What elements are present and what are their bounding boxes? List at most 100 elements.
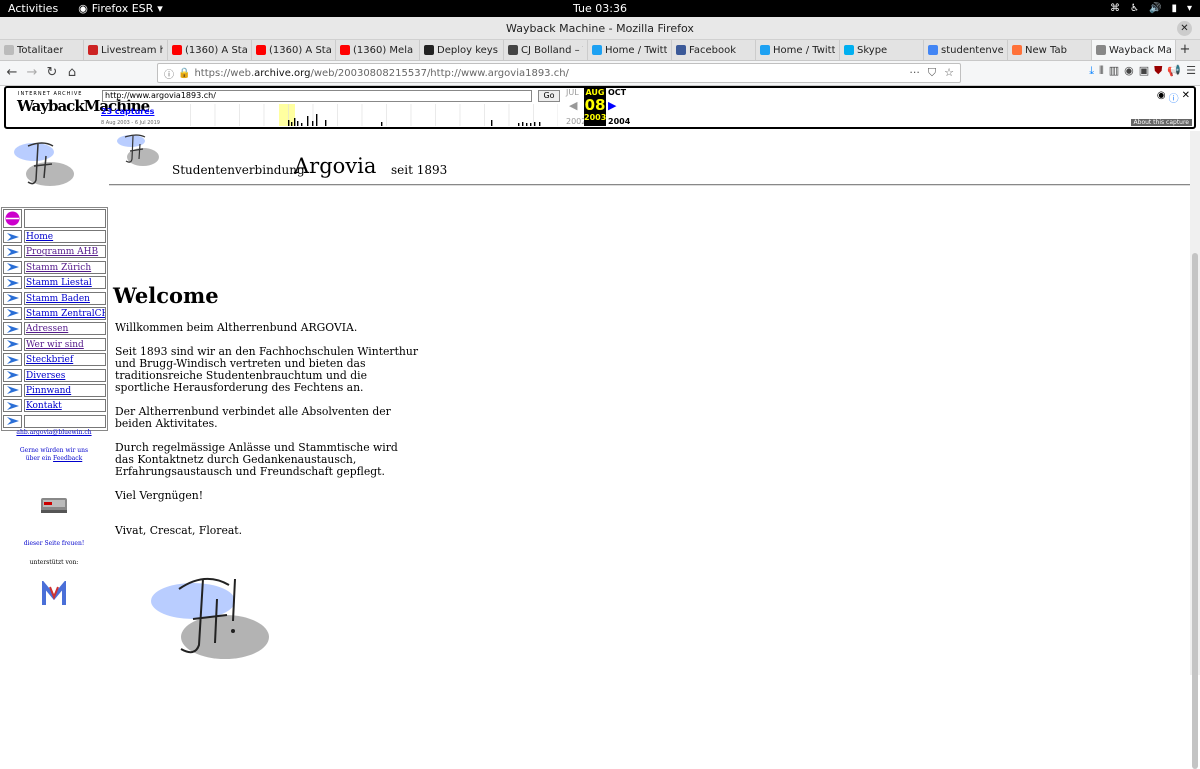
tab-strip: Totalitaer Livestream he (1360) A State (13… bbox=[0, 40, 1200, 61]
url-bar[interactable]: ⓘ 🔒 https://web.archive.org/web/20030808… bbox=[157, 63, 961, 83]
scrollbar-thumb[interactable] bbox=[1192, 253, 1198, 769]
chevron-down-icon: ▾ bbox=[1186, 3, 1192, 14]
next-month[interactable]: OCT bbox=[608, 88, 626, 97]
browser-tab[interactable]: New Tab bbox=[1008, 40, 1092, 60]
header-since: seit 1893 bbox=[391, 163, 448, 177]
paragraph: Seit 1893 sind wir an den Fachhochschule… bbox=[115, 345, 418, 394]
mailbox-icon[interactable] bbox=[40, 496, 69, 514]
menu-item[interactable]: Home bbox=[3, 230, 106, 244]
download-icon[interactable]: ⤓ bbox=[1089, 64, 1094, 78]
menu-link[interactable]: Home bbox=[24, 230, 106, 243]
menu-icon[interactable]: ☰ bbox=[1186, 64, 1196, 78]
menu-item[interactable]: Wer wir sind bbox=[3, 337, 106, 352]
menu-item[interactable]: Steckbrief bbox=[3, 353, 106, 367]
menu-link[interactable]: Stamm ZentralCH bbox=[24, 306, 106, 320]
captures-link[interactable]: 23 captures bbox=[101, 107, 154, 116]
arrow-icon bbox=[3, 245, 22, 259]
menu-header-row bbox=[3, 209, 106, 229]
tab-label: New Tab bbox=[1025, 44, 1067, 56]
menu-link[interactable]: Stamm Baden bbox=[24, 291, 106, 305]
browser-tab[interactable]: (1360) A State bbox=[168, 40, 252, 60]
help-icon[interactable]: ⓘ bbox=[1169, 90, 1179, 105]
menu-link[interactable]: Diverses bbox=[24, 368, 106, 382]
forward-button[interactable]: → bbox=[22, 63, 42, 83]
menu-link[interactable]: Programm AHB bbox=[24, 245, 106, 259]
close-window-button[interactable]: ✕ bbox=[1177, 21, 1192, 36]
tab-favicon-icon bbox=[256, 45, 266, 55]
menu-item[interactable]: Kontakt bbox=[3, 399, 106, 413]
pocket-icon[interactable]: ⛉ bbox=[928, 66, 936, 80]
firefox-app-menu[interactable]: ◉ Firefox ESR ▾ bbox=[78, 2, 163, 15]
extension-icon[interactable]: ▣ bbox=[1139, 64, 1149, 78]
capture-sparkline[interactable] bbox=[166, 104, 558, 126]
browser-tab[interactable]: studentenvert bbox=[924, 40, 1008, 60]
arrow-icon bbox=[3, 368, 22, 382]
browser-tab[interactable]: Home / Twitte bbox=[588, 40, 672, 60]
browser-tab[interactable]: Wayback Mach bbox=[1092, 40, 1176, 60]
menu-item[interactable]: Stamm ZentralCH bbox=[3, 306, 106, 321]
menu-link[interactable]: Steckbrief bbox=[24, 353, 106, 367]
prev-capture-arrow-icon[interactable]: ◀ bbox=[569, 99, 577, 112]
browser-tab[interactable]: Skype bbox=[840, 40, 924, 60]
menu-item[interactable]: Programm AHB bbox=[3, 245, 106, 259]
wayback-url-input[interactable]: http://www.argovia1893.ch/ bbox=[102, 90, 532, 102]
accessibility-icon: ♿ bbox=[1130, 3, 1139, 14]
sponsor-m-logo[interactable] bbox=[42, 581, 67, 607]
home-button[interactable]: ⌂ bbox=[62, 63, 82, 83]
browser-tab[interactable]: Totalitaer bbox=[0, 40, 84, 60]
megaphone-icon[interactable]: 📢 bbox=[1167, 64, 1181, 78]
menu-item[interactable]: Stamm Baden bbox=[3, 291, 106, 306]
system-tray[interactable]: ⌘ ♿ 🔊 ▮ ▾ bbox=[1110, 3, 1192, 14]
side-menu: Home Programm AHB Stamm Zürich Stamm Liesta… bbox=[1, 207, 108, 432]
email-link[interactable]: ahb.argovia@bluewin.ch bbox=[0, 429, 108, 436]
info-icon[interactable]: ⓘ bbox=[164, 66, 174, 81]
tab-favicon-icon bbox=[1096, 45, 1106, 55]
user-icon[interactable]: ◉ bbox=[1157, 90, 1166, 105]
sidebar-icon[interactable]: ▥ bbox=[1109, 64, 1119, 78]
menu-link[interactable]: Stamm Liestal bbox=[24, 276, 106, 290]
tab-favicon-icon bbox=[1012, 45, 1022, 55]
url-text: https://web.archive.org/web/200308082155… bbox=[194, 67, 569, 79]
menu-item[interactable]: Pinnwand bbox=[3, 383, 106, 398]
new-tab-button[interactable]: + bbox=[1176, 40, 1194, 60]
menu-link[interactable]: Stamm Zürich bbox=[24, 260, 106, 274]
browser-tab[interactable]: Deploy keys bbox=[420, 40, 504, 60]
library-icon[interactable]: ⫴ bbox=[1099, 64, 1104, 78]
menu-link[interactable]: Pinnwand bbox=[24, 383, 106, 397]
page-scrollbar[interactable] bbox=[1190, 131, 1200, 769]
menu-link[interactable]: Kontakt bbox=[24, 399, 106, 413]
browser-tab[interactable]: (1360) Mela bbox=[336, 40, 420, 60]
account-icon[interactable]: ◉ bbox=[1124, 64, 1134, 78]
capture-bar bbox=[291, 122, 293, 126]
menu-item[interactable]: Adressen bbox=[3, 322, 106, 336]
prev-month[interactable]: JUL bbox=[566, 88, 579, 97]
menu-link[interactable]: Adressen bbox=[24, 322, 106, 336]
menu-item[interactable]: Diverses bbox=[3, 368, 106, 383]
menu-item[interactable]: Stamm Zürich bbox=[3, 260, 106, 275]
menu-item[interactable]: Stamm Liestal bbox=[3, 276, 106, 290]
browser-tab[interactable]: Facebook bbox=[672, 40, 756, 60]
arrow-icon bbox=[3, 353, 22, 367]
page-actions-icon[interactable]: ··· bbox=[909, 66, 920, 80]
wayback-go-button[interactable]: Go bbox=[538, 90, 560, 102]
feedback-link[interactable]: Feedback bbox=[53, 455, 82, 462]
next-capture-arrow-icon[interactable]: ▶ bbox=[608, 99, 616, 112]
ublock-icon[interactable]: ⛊ bbox=[1154, 64, 1162, 78]
tab-label: Skype bbox=[857, 44, 888, 56]
menu-link[interactable]: Wer wir sind bbox=[24, 337, 106, 351]
browser-tab[interactable]: CJ Bolland – T bbox=[504, 40, 588, 60]
browser-tab[interactable]: (1360) A State bbox=[252, 40, 336, 60]
browser-tab[interactable]: Home / Twitte bbox=[756, 40, 840, 60]
next-year[interactable]: 2004 bbox=[608, 117, 630, 126]
clock[interactable]: Tue 03:36 bbox=[0, 2, 1200, 15]
back-button[interactable]: ← bbox=[2, 63, 22, 83]
capture-bar bbox=[530, 123, 532, 126]
about-capture-button[interactable]: About this capture bbox=[1130, 119, 1192, 126]
reload-button[interactable]: ↻ bbox=[42, 63, 62, 83]
bookmark-star-icon[interactable]: ☆ bbox=[944, 66, 954, 80]
tab-favicon-icon bbox=[508, 45, 518, 55]
browser-tab[interactable]: Livestream he bbox=[84, 40, 168, 60]
close-icon[interactable]: ✕ bbox=[1182, 90, 1190, 105]
activities-button[interactable]: Activities bbox=[8, 2, 58, 15]
current-capture-date: AUG 08 2003 bbox=[584, 86, 606, 126]
